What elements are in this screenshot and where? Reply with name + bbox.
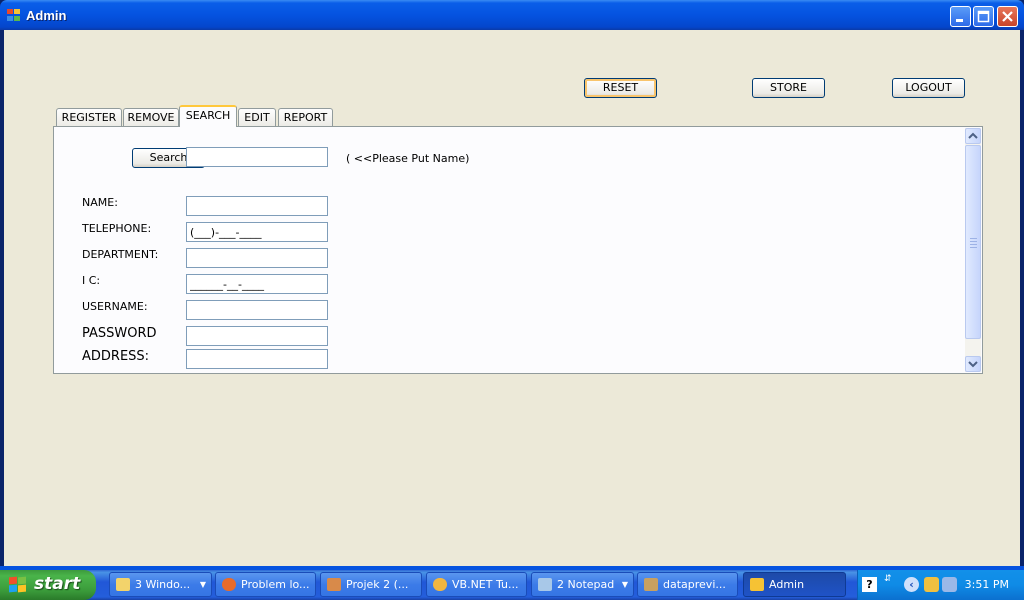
minimize-icon[interactable] bbox=[950, 6, 971, 27]
chevron-down-icon: ▼ bbox=[621, 580, 628, 589]
logout-button[interactable]: LOGOUT bbox=[892, 78, 965, 98]
folder-icon bbox=[116, 578, 130, 591]
taskbar-item-vbnet[interactable]: VB.NET Tu... bbox=[426, 572, 527, 597]
tab-edit[interactable]: EDIT bbox=[238, 108, 276, 126]
tab-search[interactable]: SEARCH bbox=[179, 105, 237, 127]
form-icon[interactable] bbox=[7, 9, 21, 22]
title-bar[interactable]: Admin bbox=[0, 0, 1024, 30]
taskbar-item-projek[interactable]: Projek 2 (... bbox=[320, 572, 422, 597]
app-icon bbox=[644, 578, 658, 591]
close-icon[interactable] bbox=[997, 6, 1018, 27]
network-icon[interactable]: ⇵ bbox=[884, 574, 894, 594]
search-hint: ( <<Please Put Name) bbox=[346, 152, 470, 165]
ic-label: I C: bbox=[82, 274, 101, 287]
notepad-icon bbox=[538, 578, 552, 591]
tab-register[interactable]: REGISTER bbox=[56, 108, 122, 126]
browser-icon bbox=[433, 578, 447, 591]
password-field[interactable] bbox=[186, 326, 328, 346]
form-icon bbox=[750, 578, 764, 591]
scroll-down-icon[interactable] bbox=[965, 356, 981, 372]
windows-logo-icon bbox=[9, 576, 27, 594]
taskbar-item-notepad[interactable]: 2 Notepad ▼ bbox=[531, 572, 634, 597]
tab-remove[interactable]: REMOVE bbox=[123, 108, 179, 126]
name-field[interactable] bbox=[186, 196, 328, 216]
taskbar-item-datapreview[interactable]: dataprevi... bbox=[637, 572, 738, 597]
name-label: NAME: bbox=[82, 196, 118, 209]
firefox-icon bbox=[222, 578, 236, 591]
window-title: Admin bbox=[26, 8, 67, 23]
form-client-area: RESET STORE LOGOUT REGISTER REMOVE SEARC… bbox=[4, 30, 1020, 566]
address-field[interactable] bbox=[186, 349, 328, 369]
department-field[interactable] bbox=[186, 248, 328, 268]
maximize-icon[interactable] bbox=[973, 6, 994, 27]
taskbar-item-admin[interactable]: Admin bbox=[743, 572, 846, 597]
reset-button[interactable]: RESET bbox=[584, 78, 657, 98]
address-label: ADDRESS: bbox=[82, 349, 150, 364]
task-label: Admin bbox=[769, 578, 805, 591]
clock: 3:51 PM bbox=[964, 578, 1009, 591]
telephone-label: TELEPHONE: bbox=[82, 222, 152, 235]
task-label: Problem lo... bbox=[241, 578, 310, 591]
vertical-scrollbar[interactable] bbox=[965, 128, 981, 372]
chevron-down-icon: ▼ bbox=[199, 580, 206, 589]
system-tray: ? ⇵ ‹ 3:51 PM bbox=[857, 570, 1024, 600]
app-window: Admin RESET STORE LOGOUT REGISTER REMOVE… bbox=[0, 0, 1024, 570]
task-label: dataprevi... bbox=[663, 578, 726, 591]
scroll-up-icon[interactable] bbox=[965, 128, 981, 144]
task-label: 2 Notepad bbox=[557, 578, 615, 591]
tab-report[interactable]: REPORT bbox=[278, 108, 333, 126]
scrollbar-thumb[interactable] bbox=[965, 145, 981, 339]
username-label: USERNAME: bbox=[82, 300, 148, 313]
task-label: VB.NET Tu... bbox=[452, 578, 519, 591]
ic-field[interactable] bbox=[186, 274, 328, 294]
store-button[interactable]: STORE bbox=[752, 78, 825, 98]
taskbar: start 3 Windo... ▼ Problem lo... Projek … bbox=[0, 570, 1024, 600]
start-label: start bbox=[34, 574, 81, 594]
start-button[interactable]: start bbox=[0, 570, 96, 600]
tray-app-icon[interactable] bbox=[924, 577, 939, 592]
display-icon[interactable] bbox=[942, 577, 957, 592]
username-field[interactable] bbox=[186, 300, 328, 320]
help-icon[interactable]: ? bbox=[862, 577, 877, 592]
department-label: DEPARTMENT: bbox=[82, 248, 159, 261]
chevron-left-icon[interactable]: ‹ bbox=[904, 577, 919, 592]
taskbar-item-firefox[interactable]: Problem lo... bbox=[215, 572, 316, 597]
search-tab-panel: Search ( <<Please Put Name) NAME: TELEPH… bbox=[53, 126, 983, 374]
taskbar-item-windows[interactable]: 3 Windo... ▼ bbox=[109, 572, 212, 597]
password-label: PASSWORD bbox=[82, 326, 157, 341]
telephone-field[interactable] bbox=[186, 222, 328, 242]
search-input[interactable] bbox=[186, 147, 328, 167]
visual-studio-icon bbox=[327, 578, 341, 591]
task-label: Projek 2 (... bbox=[346, 578, 409, 591]
task-label: 3 Windo... bbox=[135, 578, 191, 591]
